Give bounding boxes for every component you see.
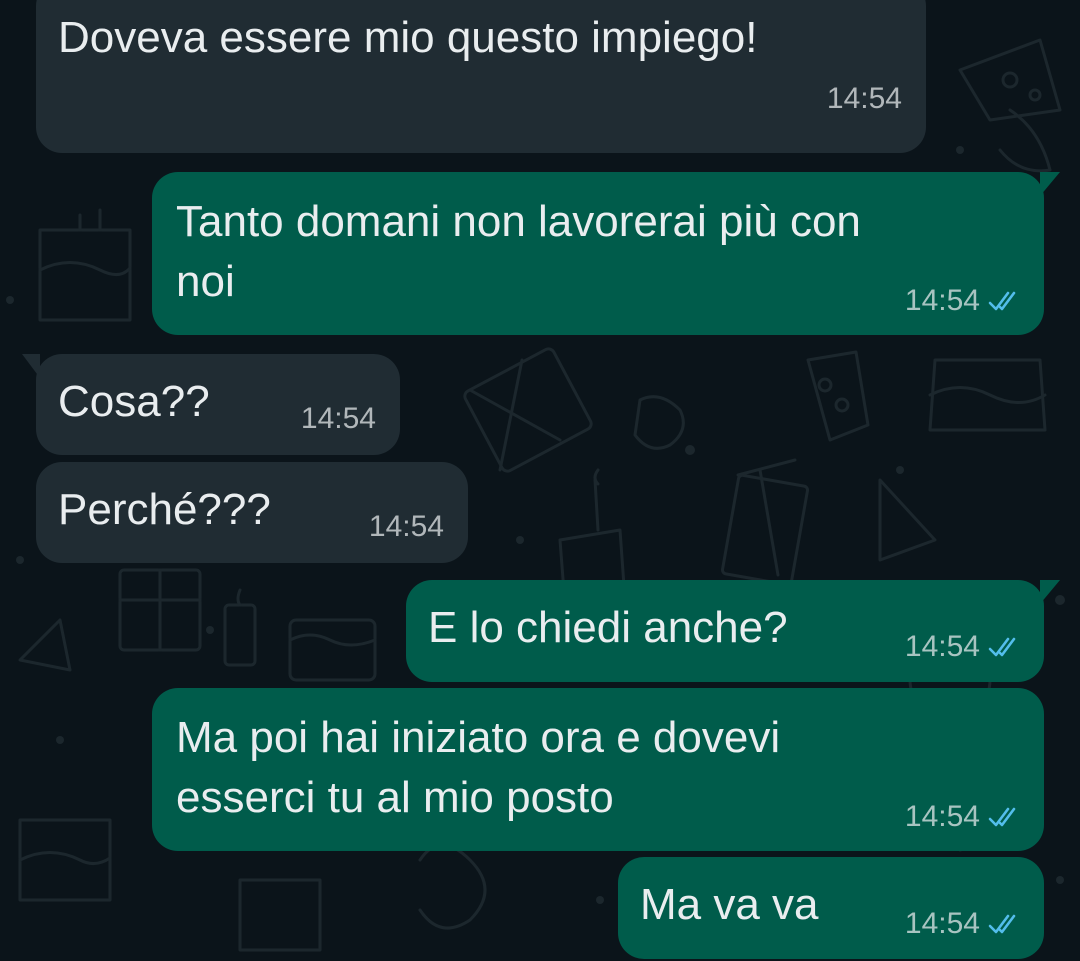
message-meta: 14:54 <box>905 630 1020 664</box>
message-bubble-outgoing[interactable]: Tanto domani non lavorerai più con noi 1… <box>152 172 1060 335</box>
message-meta: 14:54 <box>905 800 1020 834</box>
message-bubble-outgoing[interactable]: E lo chiedi anche? 14:54 <box>406 580 1060 682</box>
message-meta: 14:54 <box>369 510 444 544</box>
message-time: 14:54 <box>826 82 902 115</box>
message-meta: 14:54 <box>905 907 1020 941</box>
message-time: 14:54 <box>368 510 444 543</box>
read-receipt-double-check-icon <box>988 807 1016 827</box>
message-text: Doveva essere mio questo impiego! <box>58 13 758 62</box>
message-text: Ma poi hai iniziato ora e dovevi esserci… <box>176 713 781 822</box>
message-time: 14:54 <box>904 630 980 663</box>
message-text: Cosa?? <box>58 377 210 426</box>
message-time: 14:54 <box>300 402 376 435</box>
message-text: Perché??? <box>58 485 271 534</box>
message-meta: 14:54 <box>301 402 376 436</box>
message-meta: 14:54 <box>905 284 1020 318</box>
bubble-tail <box>1040 580 1060 604</box>
read-receipt-double-check-icon <box>988 637 1016 657</box>
read-receipt-double-check-icon <box>988 914 1016 934</box>
message-bubble-outgoing[interactable]: Ma poi hai iniziato ora e dovevi esserci… <box>152 688 1044 851</box>
message-time: 14:54 <box>904 284 980 317</box>
message-time: 14:54 <box>904 907 980 940</box>
message-bubble-outgoing[interactable]: Ma va va 14:54 <box>618 857 1044 959</box>
message-text: Ma va va <box>640 880 819 929</box>
bubble-tail <box>1040 172 1060 196</box>
message-time: 14:54 <box>904 800 980 833</box>
message-text: E lo chiedi anche? <box>428 603 788 652</box>
message-text: Tanto domani non lavorerai più con noi <box>176 197 861 306</box>
message-bubble-incoming[interactable]: Cosa?? 14:54 <box>22 354 400 455</box>
message-bubble-incoming[interactable]: Doveva essere mio questo impiego! 14:54 <box>36 0 926 153</box>
message-list[interactable]: Doveva essere mio questo impiego! 14:54 … <box>0 0 1080 961</box>
message-meta: 14:54 <box>827 82 902 116</box>
read-receipt-double-check-icon <box>988 291 1016 311</box>
bubble-tail <box>22 354 40 378</box>
message-bubble-incoming[interactable]: Perché??? 14:54 <box>36 462 468 563</box>
